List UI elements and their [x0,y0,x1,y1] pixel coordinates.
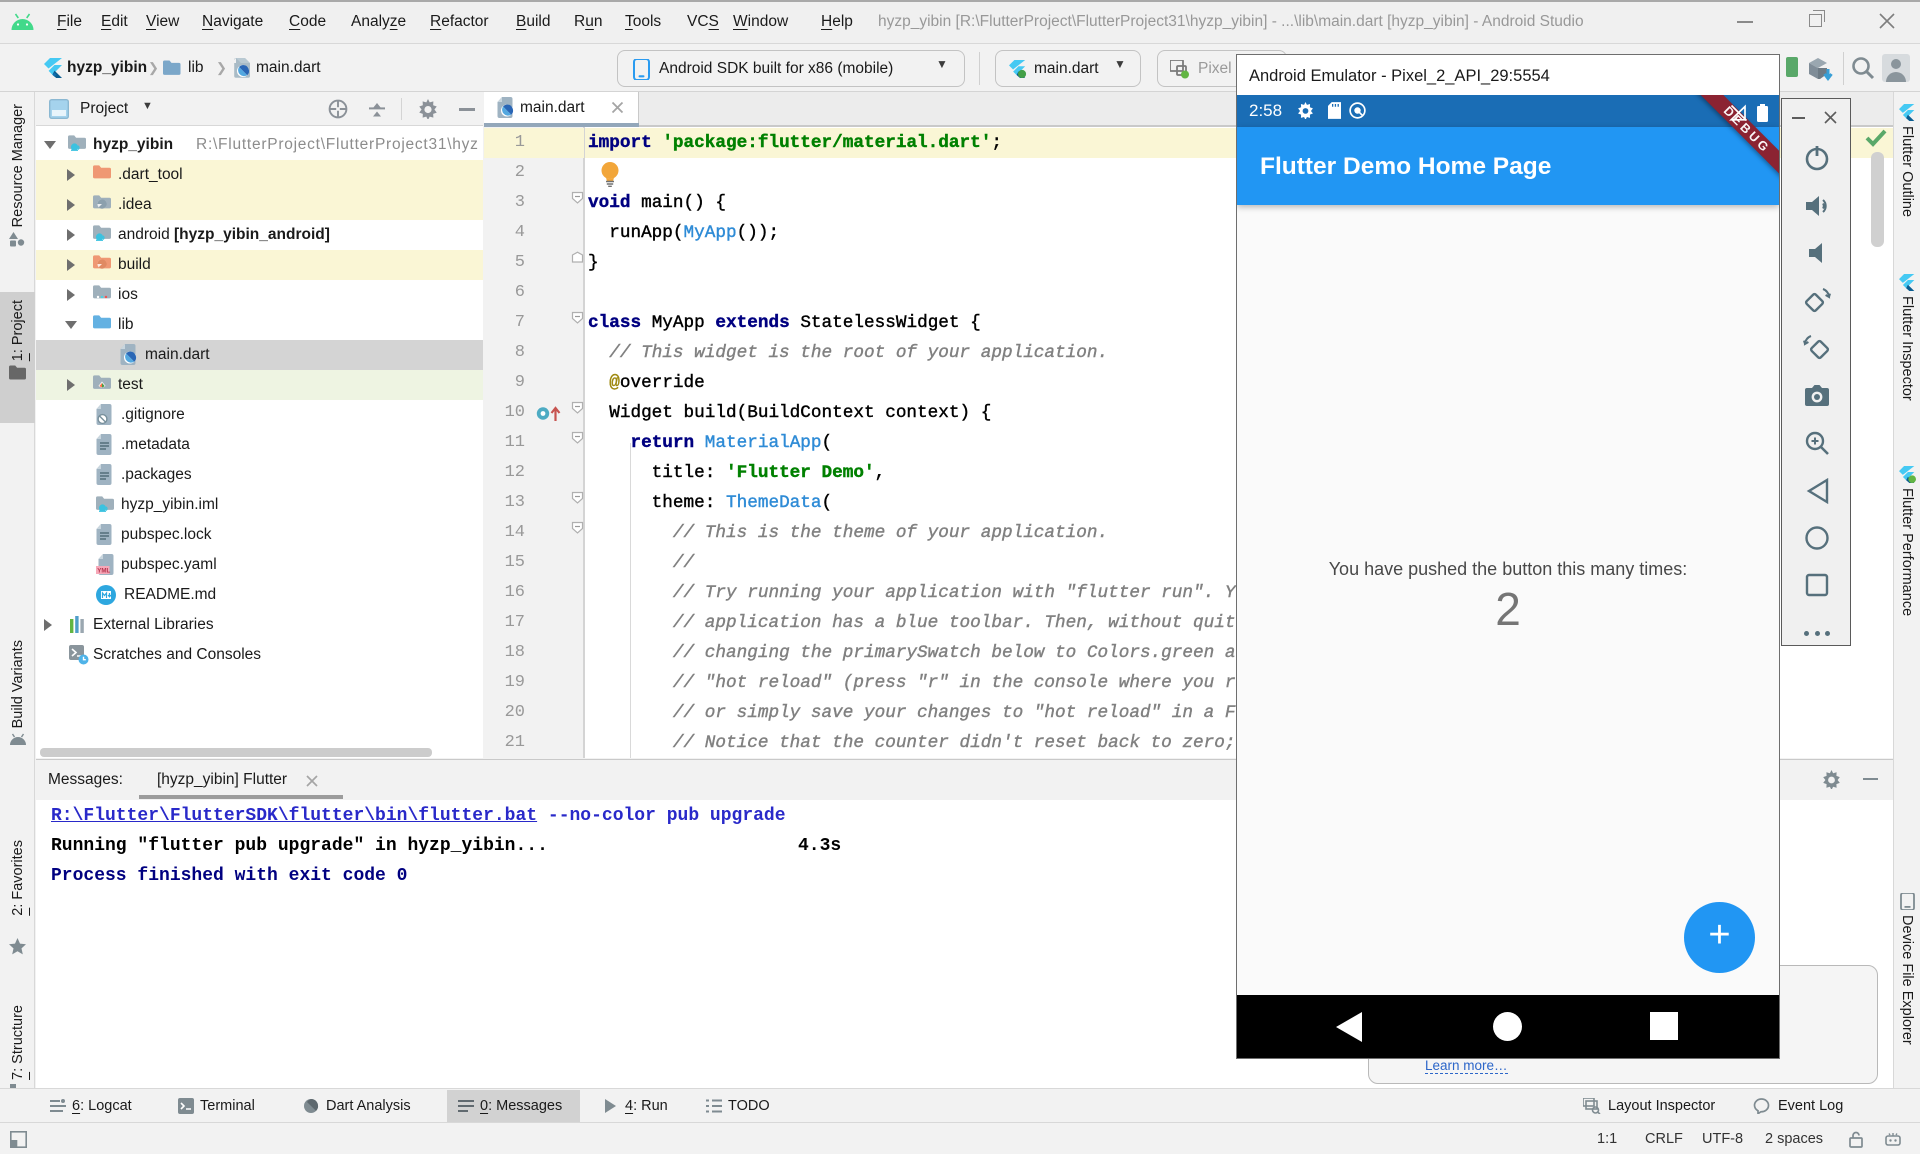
svg-text:YML: YML [97,568,110,575]
